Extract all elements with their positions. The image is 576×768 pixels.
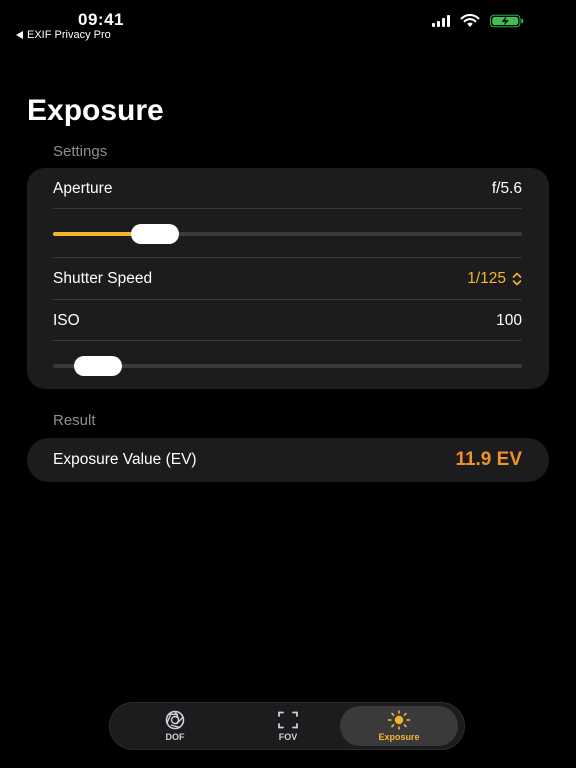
viewfinder-icon	[278, 711, 298, 729]
tab-bar: DOF FOV Exposure	[109, 702, 465, 750]
settings-card: Aperture f/5.6 Shutter Speed 1/125 ISO 1…	[27, 168, 549, 389]
shutter-speed-value: 1/125	[467, 270, 506, 287]
aperture-label: Aperture	[53, 180, 113, 197]
battery-charging-icon	[490, 14, 524, 28]
iso-slider-track	[53, 364, 522, 368]
tab-dof[interactable]: DOF	[116, 706, 234, 746]
tab-exposure[interactable]: Exposure	[340, 706, 458, 746]
status-indicators	[432, 14, 524, 28]
shutter-speed-label: Shutter Speed	[53, 270, 153, 287]
back-arrow-icon	[16, 31, 23, 39]
aperture-value: f/5.6	[491, 180, 522, 197]
divider	[53, 208, 522, 209]
chevron-up-down-icon	[512, 272, 522, 286]
tab-exposure-label: Exposure	[378, 732, 420, 742]
shutter-speed-picker[interactable]: 1/125	[467, 270, 522, 288]
wifi-icon	[460, 14, 480, 27]
tab-fov[interactable]: FOV	[229, 706, 347, 746]
exposure-value-label: Exposure Value (EV)	[53, 451, 197, 468]
page-title: Exposure	[27, 94, 164, 127]
cellular-signal-icon	[432, 15, 450, 27]
aperture-slider[interactable]	[53, 222, 522, 246]
divider	[53, 257, 522, 258]
iso-row: ISO 100	[53, 310, 522, 332]
aperture-slider-thumb[interactable]	[130, 224, 179, 244]
aperture-row: Aperture f/5.6	[53, 178, 522, 200]
aperture-icon	[165, 710, 185, 730]
back-app-label: EXIF Privacy Pro	[27, 29, 111, 41]
status-time: 09:41	[78, 10, 124, 29]
shutter-speed-row[interactable]: Shutter Speed 1/125	[53, 268, 522, 290]
settings-section-header: Settings	[53, 143, 108, 160]
back-to-app-link[interactable]: EXIF Privacy Pro	[16, 29, 111, 41]
exposure-value-result: 11.9 EV	[455, 449, 522, 470]
iso-slider[interactable]	[53, 354, 522, 378]
result-card: Exposure Value (EV) 11.9 EV	[27, 438, 549, 482]
result-section-header: Result	[53, 412, 96, 429]
divider	[53, 340, 522, 341]
iso-slider-thumb[interactable]	[74, 356, 123, 376]
tab-fov-label: FOV	[278, 732, 298, 742]
iso-value: 100	[496, 312, 522, 329]
exposure-value-row: Exposure Value (EV) 11.9 EV	[53, 438, 522, 482]
tab-dof-label: DOF	[165, 732, 185, 742]
iso-label: ISO	[53, 312, 80, 329]
divider	[53, 299, 522, 300]
sun-icon	[387, 710, 411, 730]
